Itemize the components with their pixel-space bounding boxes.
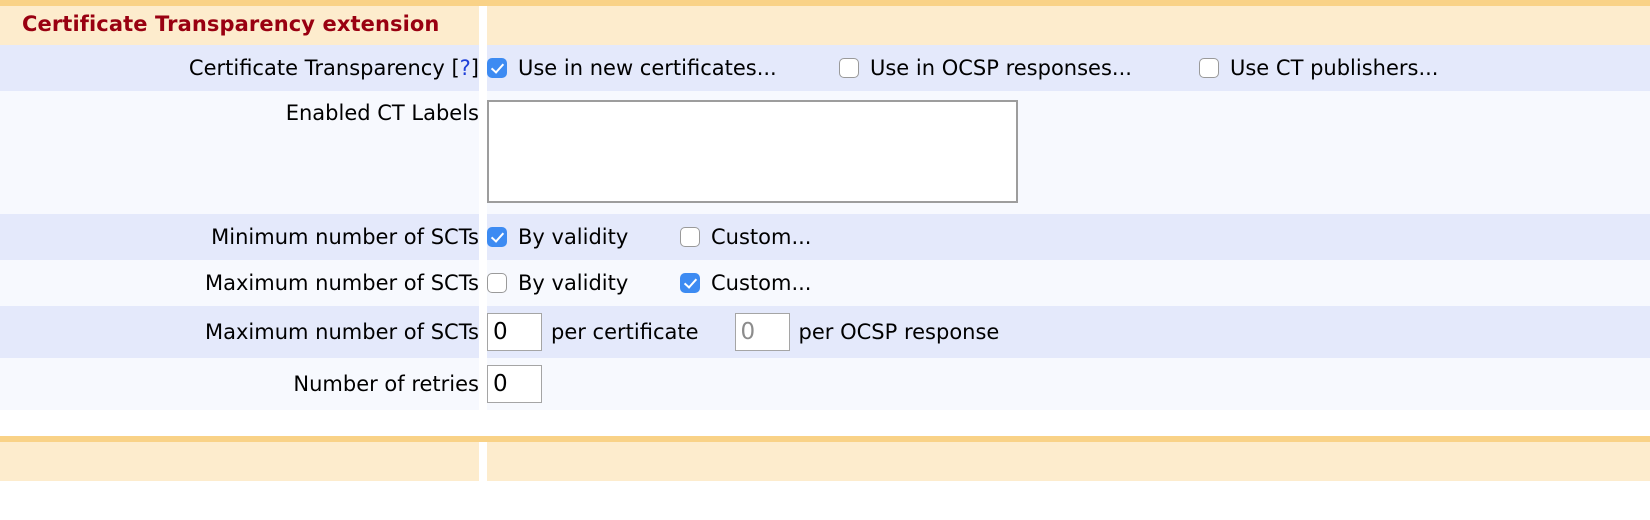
checkbox-label-max-scts-custom: Custom...	[711, 273, 811, 294]
field-certificate-transparency: Use in new certificates... Use in OCSP r…	[487, 45, 1650, 91]
label-maximum-number-of-scts-values: Maximum number of SCTs	[205, 320, 479, 344]
max-scts-per-ocsp-response-unit: per OCSP response	[799, 320, 1000, 344]
checkbox-checked-icon[interactable]	[487, 58, 507, 78]
section-header-certificate-transparency: Certificate Transparency extension	[0, 0, 1650, 45]
enabled-ct-labels-wrapper	[487, 91, 1650, 214]
certificate-transparency-form: Certificate Transparency [?] Use in new …	[0, 45, 1650, 410]
row-minimum-number-of-scts: Minimum number of SCTs By validity Custo…	[0, 214, 1650, 260]
checkbox-max-scts-custom[interactable]: Custom...	[680, 273, 811, 294]
row-enabled-ct-labels: Enabled CT Labels	[0, 91, 1650, 214]
label-certificate-transparency: Certificate Transparency	[189, 56, 445, 80]
field-maximum-number-of-scts-mode: By validity Custom...	[487, 260, 1650, 306]
field-number-of-retries	[487, 358, 1650, 410]
checkbox-unchecked-icon[interactable]	[839, 58, 859, 78]
max-scts-per-ocsp-response-input[interactable]	[735, 313, 790, 351]
page-title: Certificate Transparency extension	[0, 12, 439, 36]
checkbox-label-min-scts-custom: Custom...	[711, 227, 811, 248]
checkbox-unchecked-icon[interactable]	[1199, 58, 1219, 78]
checkbox-use-ct-publishers[interactable]: Use CT publishers...	[1199, 58, 1438, 79]
field-maximum-number-of-scts-values: per certificate per OCSP response	[487, 306, 1650, 358]
checkbox-min-scts-by-validity[interactable]: By validity	[487, 227, 680, 248]
field-enabled-ct-labels	[487, 91, 1650, 214]
checkbox-checked-icon[interactable]	[680, 273, 700, 293]
section-header-gutter	[479, 6, 487, 45]
label-number-of-retries: Number of retries	[293, 372, 479, 396]
section-header-next	[0, 436, 1650, 481]
checkbox-label-use-in-new-certificates: Use in new certificates...	[518, 58, 777, 79]
checkbox-checked-icon[interactable]	[487, 227, 507, 247]
label-maximum-number-of-scts-mode-cell: Maximum number of SCTs	[0, 260, 479, 306]
checkbox-max-scts-by-validity[interactable]: By validity	[487, 273, 680, 294]
label-number-of-retries-cell: Number of retries	[0, 358, 479, 410]
retries-value-group	[487, 358, 1650, 410]
column-gutter	[479, 45, 487, 91]
next-section-title	[0, 448, 22, 472]
label-minimum-number-of-scts-cell: Minimum number of SCTs	[0, 214, 479, 260]
column-gutter	[479, 214, 487, 260]
next-section-header-body	[487, 442, 1650, 481]
label-maximum-number-of-scts-mode: Maximum number of SCTs	[205, 271, 479, 295]
row-number-of-retries: Number of retries	[0, 358, 1650, 410]
checkbox-label-use-in-ocsp-responses: Use in OCSP responses...	[870, 58, 1132, 79]
label-enabled-ct-labels: Enabled CT Labels	[286, 101, 479, 125]
checkbox-label-use-ct-publishers: Use CT publishers...	[1230, 58, 1438, 79]
max-scts-value-group: per certificate per OCSP response	[487, 306, 1650, 358]
checkbox-group-certificate-transparency: Use in new certificates... Use in OCSP r…	[487, 45, 1650, 91]
help-bracket-open: [	[451, 56, 459, 80]
label-enabled-ct-labels-cell: Enabled CT Labels	[0, 91, 479, 214]
checkbox-use-in-ocsp-responses[interactable]: Use in OCSP responses...	[839, 58, 1199, 79]
enabled-ct-labels-textarea[interactable]	[487, 100, 1018, 203]
column-gutter	[479, 306, 487, 358]
section-spacer	[0, 410, 1650, 436]
checkbox-unchecked-icon[interactable]	[487, 273, 507, 293]
row-maximum-number-of-scts-values: Maximum number of SCTs per certificate p…	[0, 306, 1650, 358]
checkbox-label-min-scts-by-validity: By validity	[518, 227, 628, 248]
section-header-body	[487, 6, 1650, 45]
checkbox-group-minimum-scts: By validity Custom...	[487, 214, 1650, 260]
max-scts-per-certificate-unit: per certificate	[551, 320, 699, 344]
max-scts-per-certificate-input[interactable]	[487, 313, 542, 351]
label-minimum-number-of-scts: Minimum number of SCTs	[211, 225, 479, 249]
column-gutter	[479, 260, 487, 306]
checkbox-group-maximum-scts: By validity Custom...	[487, 260, 1650, 306]
label-certificate-transparency-cell: Certificate Transparency [?]	[0, 45, 479, 91]
section-header-title-cell: Certificate Transparency extension	[0, 6, 479, 45]
help-bracket-close: ]	[471, 56, 479, 80]
checkbox-unchecked-icon[interactable]	[680, 227, 700, 247]
label-maximum-number-of-scts-values-cell: Maximum number of SCTs	[0, 306, 479, 358]
checkbox-label-max-scts-by-validity: By validity	[518, 273, 628, 294]
column-gutter	[479, 358, 487, 410]
row-maximum-number-of-scts-mode: Maximum number of SCTs By validity Custo…	[0, 260, 1650, 306]
field-minimum-number-of-scts: By validity Custom...	[487, 214, 1650, 260]
column-gutter	[479, 91, 487, 214]
row-certificate-transparency: Certificate Transparency [?] Use in new …	[0, 45, 1650, 91]
section-header-gutter	[479, 442, 487, 481]
certificate-transparency-settings-page: Certificate Transparency extension Certi…	[0, 0, 1650, 520]
checkbox-use-in-new-certificates[interactable]: Use in new certificates...	[487, 58, 839, 79]
help-link-certificate-transparency[interactable]: ?	[460, 56, 471, 80]
next-section-header-title-cell	[0, 442, 479, 481]
checkbox-min-scts-custom[interactable]: Custom...	[680, 227, 811, 248]
number-of-retries-input[interactable]	[487, 365, 542, 403]
